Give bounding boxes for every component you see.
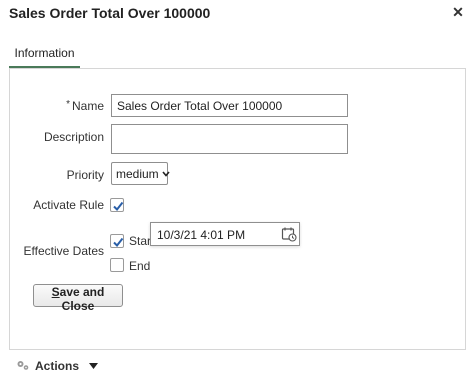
chevron-down-icon	[162, 169, 170, 179]
dialog-title: Sales Order Total Over 100000	[9, 5, 211, 21]
required-marker: *	[66, 99, 70, 110]
description-input[interactable]	[111, 124, 348, 154]
save-close-mnemonic: S	[51, 285, 60, 299]
end-label: End	[129, 259, 151, 273]
name-label-text: Name	[71, 99, 104, 113]
activate-rule-label: Activate Rule	[33, 198, 104, 212]
activate-rule-checkbox[interactable]	[110, 198, 124, 212]
save-and-close-button[interactable]: Save and Close	[33, 284, 123, 313]
priority-value: medium	[116, 166, 159, 181]
tab-label: Information	[14, 46, 75, 60]
tab-information[interactable]: Information	[9, 40, 80, 69]
priority-select[interactable]: medium	[111, 162, 170, 185]
start-date-input[interactable]: 10/3/21 4:01 PM	[150, 222, 300, 246]
start-date-value: 10/3/21 4:01 PM	[157, 228, 246, 242]
priority-label: Priority	[66, 168, 104, 182]
caret-down-icon	[89, 360, 99, 372]
close-icon[interactable]: ✕	[448, 3, 468, 21]
description-label: Description	[43, 130, 104, 144]
start-checkbox[interactable]	[110, 234, 124, 248]
name-label: * Name	[50, 99, 104, 113]
calendar-icon[interactable]	[281, 226, 297, 245]
actions-menu[interactable]: Actions	[16, 358, 99, 374]
gears-icon	[16, 359, 30, 374]
actions-label: Actions	[35, 359, 80, 373]
end-checkbox[interactable]	[110, 258, 124, 272]
name-input[interactable]	[111, 94, 348, 117]
effective-dates-label: Effective Dates	[23, 244, 104, 258]
